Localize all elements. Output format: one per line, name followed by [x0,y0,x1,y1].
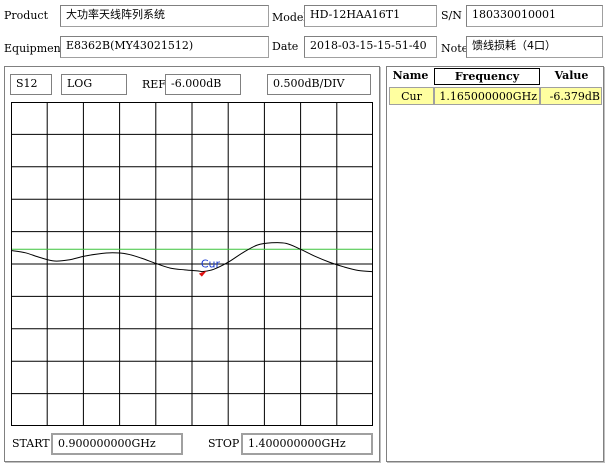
equipment-label: Equipment [4,42,66,55]
cell-frequency: 1.165000000GHz [434,87,540,105]
col-header-frequency[interactable]: Frequency [434,68,540,85]
stop-field: 1.400000000GHz [241,433,373,455]
ref-field: -6.000dB [165,74,241,95]
model-field[interactable]: HD-12HAA16T1 [304,5,437,27]
equipment-field[interactable]: E8362B(MY43021512) [60,36,269,58]
marker-label: Cur [201,258,221,271]
marker-panel [386,66,604,462]
start-label: START [12,437,50,450]
product-field[interactable]: 大功率天线阵列系统 [60,5,269,27]
model-label: Model [272,11,307,24]
note-label: Note [441,42,469,55]
sn-label: S/N [441,9,462,22]
start-field: 0.900000000GHz [51,433,183,455]
marker: Cur [198,258,221,277]
sn-field[interactable]: 180330010001 [466,5,603,27]
col-header-value[interactable]: Value [541,68,602,85]
plot-grid [11,102,373,426]
param-field: S12 [10,74,52,95]
cell-name: Cur [389,87,434,105]
product-label: Product [4,9,48,22]
stop-label: STOP [208,437,240,450]
ref-label: REF [142,78,166,91]
date-field[interactable]: 2018-03-15-15-51-40 [304,36,437,58]
date-label: Date [272,40,299,53]
trace-plot: Cur [11,102,373,426]
col-header-name[interactable]: Name [389,68,432,85]
cell-value: -6.379dB [540,87,602,105]
scale-field: 0.500dB/DIV [267,74,371,95]
note-field[interactable]: 馈线损耗（4口） [466,36,603,58]
format-field: LOG [61,74,127,95]
